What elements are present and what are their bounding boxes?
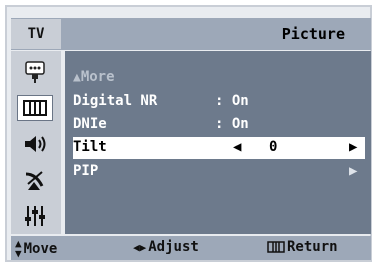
up-down-icon: ▲ ▼ [15, 237, 22, 260]
input-icon [25, 61, 45, 83]
footer-return: Return [267, 239, 338, 255]
left-right-icon: ◀▶ [133, 240, 147, 254]
tv-tab-label: TV [11, 19, 61, 49]
sidebar-item-setup[interactable] [17, 203, 53, 229]
menu-item-pip[interactable]: PIP ▶ [73, 161, 365, 183]
picture-icon [23, 100, 47, 116]
menu-item-digital-nr[interactable]: Digital NR : On [73, 91, 365, 113]
tilt-value: 0 [269, 139, 278, 155]
sound-icon [25, 136, 46, 152]
footer-adjust: ◀▶ Adjust [133, 239, 199, 255]
page-title: Picture [281, 25, 345, 43]
osd-frame: TV Picture ▲More Digital NR: On DNIe: … [5, 5, 372, 262]
sidebar-item-input[interactable] [17, 59, 53, 85]
more-label: ▲More [73, 69, 115, 85]
chevron-right-icon: ▶ [349, 163, 358, 179]
footer-move: ▲ ▼ Move [15, 237, 58, 260]
left-arrow-icon[interactable]: ◀ [233, 139, 241, 155]
sidebar-item-sound[interactable] [17, 131, 53, 157]
footer-bar: ▲ ▼ Move ◀▶ Adjust Return [11, 236, 371, 260]
return-icon [267, 241, 285, 253]
menu-item-dnie[interactable]: DNIe : On [73, 114, 365, 136]
more-item[interactable]: ▲More [73, 67, 365, 89]
sidebar [11, 51, 61, 234]
right-arrow-icon[interactable]: ▶ [349, 139, 357, 155]
sidebar-item-picture[interactable] [17, 95, 53, 121]
menu-panel: ▲More Digital NR : On DNIe : On Tilt ◀ 0… [65, 51, 371, 234]
channel-icon [25, 171, 44, 190]
sidebar-item-channel[interactable] [17, 167, 53, 193]
setup-icon [25, 206, 45, 226]
up-arrow-icon: ▲ [73, 70, 81, 85]
menu-item-tilt[interactable]: Tilt ◀ 0 ▶ [73, 137, 365, 159]
